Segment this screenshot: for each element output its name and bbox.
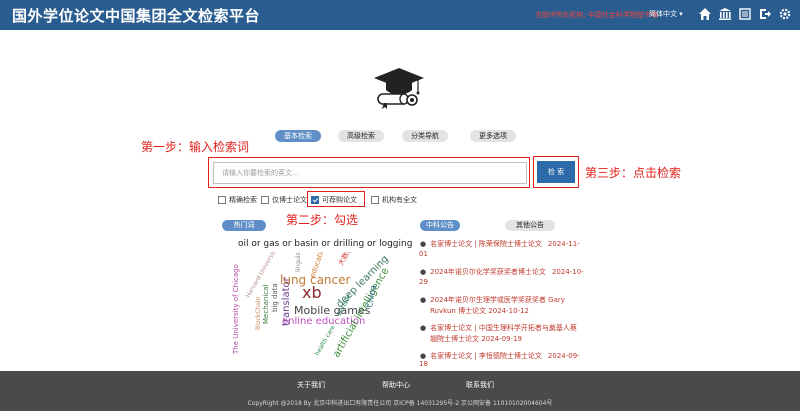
exact-search-label: 精确检索 <box>229 196 257 204</box>
tab-advanced-search[interactable]: 高级检索 <box>338 130 384 142</box>
graduation-cap-logo-icon <box>374 68 424 109</box>
institution-label: 当前IP所处机构: 中国社会科学院图书馆 <box>535 11 658 19</box>
about-us-link[interactable]: 关于我们 <box>297 380 325 390</box>
logout-icon[interactable] <box>758 7 772 21</box>
fulltext-label: 机构有全文 <box>382 196 417 204</box>
cloud-word[interactable]: linguistics <box>295 252 302 272</box>
word-cloud: The University of Chicago BlockChain Har… <box>232 252 391 360</box>
cloud-word[interactable]: xb <box>302 283 322 302</box>
bullet-icon: ● <box>420 296 427 304</box>
tab-more-options[interactable]: 更多选项 <box>470 130 516 142</box>
recommendable-label: 可荐购论文 <box>322 196 357 204</box>
news-tab-other[interactable]: 其他公告 <box>505 220 555 231</box>
bullet-icon: ● <box>420 352 427 360</box>
option-exact-search[interactable]: 精确检索 <box>218 195 257 205</box>
exact-search-checkbox[interactable] <box>218 196 226 204</box>
news-item[interactable]: ● 2024年诺贝尔化学奖获奖者博士论文 2024-10- <box>420 266 584 278</box>
news-item-cont: 翘院士博士论文 2024-09-19 <box>430 335 522 343</box>
cloud-word[interactable]: Mechanical <box>262 285 270 324</box>
option-phd-only[interactable]: 仅博士论文 <box>261 195 307 205</box>
app-title: 国外学位论文中国集团全文检索平台 <box>12 7 261 25</box>
option-recommendable[interactable]: 可荐购论文 <box>311 195 357 205</box>
search-button[interactable]: 检 索 <box>537 161 575 183</box>
bullet-icon: ● <box>420 324 427 332</box>
home-icon[interactable] <box>698 7 712 21</box>
cloud-word[interactable]: BlockChain <box>255 296 262 330</box>
search-input[interactable] <box>213 162 527 184</box>
news-item-cont: Ruvkun 博士论文 2024-10-12 <box>430 307 529 315</box>
news-tab-zhongke[interactable]: 中科公告 <box>420 220 460 231</box>
tab-basic-search[interactable]: 基本检索 <box>275 130 321 142</box>
list-icon[interactable] <box>738 7 752 21</box>
hot-words-tab[interactable]: 热门词 <box>222 220 266 231</box>
news-item-cont: 18 <box>419 360 428 368</box>
phd-only-label: 仅博士论文 <box>272 196 307 204</box>
step1-annotation: 第一步：输入检索词 <box>141 140 250 154</box>
recommendable-checkbox[interactable] <box>311 196 319 204</box>
institution-icon[interactable] <box>718 7 732 21</box>
bullet-icon: ● <box>420 240 427 248</box>
cloud-word[interactable]: China <box>365 284 378 308</box>
footer: 关于我们 帮助中心 联系我们 CopyRight @2018 By 北京中科进出… <box>0 371 800 411</box>
hot-query-link[interactable]: oil or gas or basin or drilling or loggi… <box>238 239 412 249</box>
news-item-cont: 01 <box>419 250 428 258</box>
tab-category-nav[interactable]: 分类导航 <box>402 130 448 142</box>
step2-annotation: 第二步：勾选 <box>286 213 359 227</box>
cloud-word[interactable]: 大数据 <box>336 252 354 267</box>
news-item[interactable]: ● 名家博士论文 | 陈荣保院士博士论文 2024-11- <box>420 238 580 250</box>
news-item[interactable]: ● 名家博士论文 | 李恒德院士博士论文 2024-09- <box>420 350 580 362</box>
top-bar: 国外学位论文中国集团全文检索平台 当前IP所处机构: 中国社会科学院图书馆 简体… <box>0 0 800 30</box>
option-fulltext[interactable]: 机构有全文 <box>371 195 417 205</box>
news-item[interactable]: ● 2024年诺贝尔生理学或医学奖获奖者 Gary <box>420 294 565 306</box>
fulltext-checkbox[interactable] <box>371 196 379 204</box>
page: 国外学位论文中国集团全文检索平台 当前IP所处机构: 中国社会科学院图书馆 简体… <box>0 0 800 411</box>
step3-annotation: 第三步：点击检索 <box>585 166 682 180</box>
news-item-cont: 29 <box>419 278 428 286</box>
news-item[interactable]: ● 名家博士论文 | 中国生理科学开拓者与奠基人蔡 <box>420 322 577 334</box>
phd-only-checkbox[interactable] <box>261 196 269 204</box>
help-center-link[interactable]: 帮助中心 <box>382 380 410 390</box>
cloud-word[interactable]: big data <box>271 283 279 312</box>
settings-icon[interactable] <box>778 7 792 21</box>
contact-us-link[interactable]: 联系我们 <box>466 380 494 390</box>
copyright-text: CopyRight @2018 By 北京中科进出口有限责任公司 京ICP备 1… <box>247 400 553 407</box>
cloud-word[interactable]: The University of Chicago <box>232 264 240 355</box>
language-select[interactable]: 简体中文 ▾ <box>649 9 683 19</box>
bullet-icon: ● <box>420 268 427 276</box>
